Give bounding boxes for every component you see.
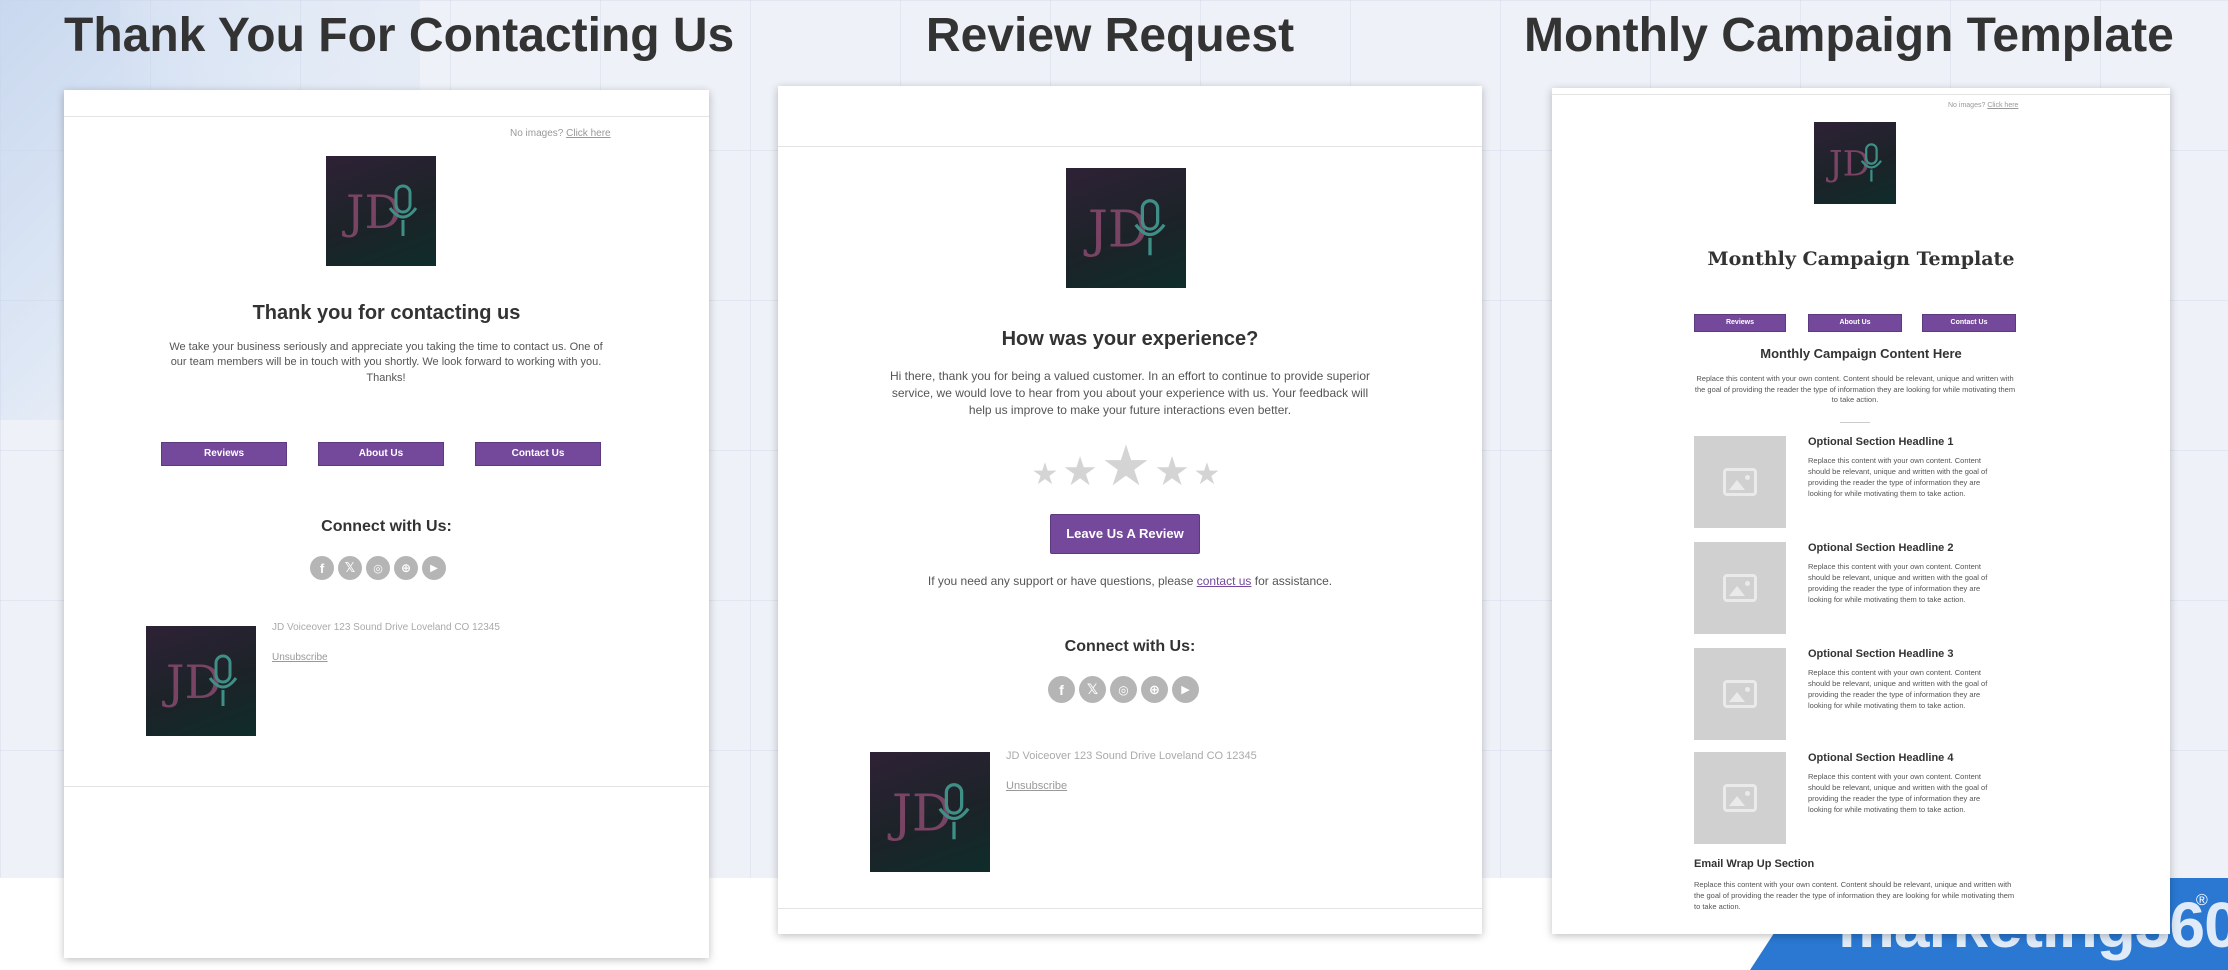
instagram-icon[interactable]: ◎ [1110, 676, 1137, 703]
email-body: We take your business seriously and appr… [169, 341, 603, 384]
section-headline: Optional Section Headline 2 [1808, 542, 1954, 554]
email-preview-monthly: No images? Click here JD Monthly Campaig… [1552, 88, 2170, 934]
jd-logo: JD [326, 156, 436, 266]
section-headline: Optional Section Headline 1 [1808, 436, 1954, 448]
image-placeholder [1694, 436, 1786, 528]
footer-logo: JD [146, 626, 256, 736]
section-headline: Optional Section Headline 3 [1808, 648, 1954, 660]
support-text: for assistance. [1254, 574, 1333, 588]
content-body: Replace this content with your own conte… [1694, 374, 2016, 404]
section-body: Replace this content with your own conte… [1808, 562, 1988, 604]
contact-us-button[interactable]: Contact Us [1922, 314, 2016, 332]
footer-address: JD Voiceover 123 Sound Drive Loveland CO… [1006, 750, 1257, 762]
divider [778, 146, 1482, 147]
email-heading: Monthly Campaign Template [1707, 248, 2015, 270]
image-placeholder [1694, 542, 1786, 634]
unsubscribe-link[interactable]: Unsubscribe [1006, 780, 1067, 792]
about-us-button[interactable]: About Us [1808, 314, 1902, 332]
connect-heading: Connect with Us: [321, 518, 452, 535]
footer-address: JD Voiceover 123 Sound Drive Loveland CO… [272, 622, 500, 633]
facebook-icon[interactable]: f [310, 556, 334, 580]
star-icon[interactable]: ★ [1030, 460, 1060, 490]
contact-us-link[interactable]: contact us [1197, 574, 1252, 588]
email-preview-thank-you: No images? Click here JD Thank you for c… [64, 90, 709, 958]
no-images-note: No images? Click here [510, 128, 611, 139]
email-body: Hi there, thank you for being a valued c… [889, 369, 1371, 417]
image-icon [1723, 468, 1757, 496]
email-heading: How was your experience? [1001, 328, 1259, 350]
content-heading: Monthly Campaign Content Here [1760, 346, 1962, 361]
section-body: Replace this content with your own conte… [1808, 456, 1988, 498]
jd-voiceover-logo-icon: JD [162, 654, 238, 709]
leave-review-button[interactable]: Leave Us A Review [1050, 514, 1200, 554]
section-body: Replace this content with your own conte… [1808, 772, 1988, 814]
click-here-link[interactable]: Click here [1987, 102, 2018, 109]
jd-voiceover-logo-icon: JD [1826, 143, 1882, 185]
reviews-button[interactable]: Reviews [161, 442, 287, 466]
about-us-button[interactable]: About Us [318, 442, 444, 466]
instagram-icon[interactable]: ◎ [366, 556, 390, 580]
section-body: Replace this content with your own conte… [1808, 668, 1988, 710]
no-images-note: No images? Click here [1948, 102, 2018, 109]
divider [1552, 94, 2170, 95]
wrap-up-body: Replace this content with your own conte… [1694, 880, 2015, 911]
column-title-monthly: Monthly Campaign Template [1524, 9, 2174, 62]
website-icon[interactable]: ⊕ [1141, 676, 1168, 703]
website-icon[interactable]: ⊕ [394, 556, 418, 580]
jd-logo: JD [1814, 122, 1896, 204]
star-icon[interactable]: ★ [1098, 438, 1154, 494]
support-text: If you need any support or have question… [927, 574, 1194, 588]
click-here-link[interactable]: Click here [566, 128, 610, 139]
connect-heading: Connect with Us: [1064, 638, 1196, 655]
svg-text:JD: JD [1826, 145, 1870, 185]
image-icon [1723, 680, 1757, 708]
youtube-icon[interactable]: ▶ [422, 556, 446, 580]
wrap-up-heading: Email Wrap Up Section [1694, 858, 1815, 870]
jd-voiceover-logo-icon: JD [1083, 199, 1166, 259]
jd-voiceover-logo-icon: JD [887, 783, 970, 843]
divider [1840, 422, 1870, 423]
x-icon[interactable]: 𝕏 [1079, 676, 1106, 703]
image-placeholder [1694, 752, 1786, 844]
star-icon[interactable]: ★ [1192, 460, 1222, 490]
column-title-thank-you: Thank You For Contacting Us [64, 9, 735, 62]
section-headline: Optional Section Headline 4 [1808, 752, 1954, 764]
jd-logo: JD [1066, 168, 1186, 288]
social-links: f 𝕏 ◎ ⊕ ▶ [1048, 676, 1203, 703]
social-links: f 𝕏 ◎ ⊕ ▶ [310, 556, 450, 580]
star-icon[interactable]: ★ [1152, 452, 1192, 492]
x-icon[interactable]: 𝕏 [338, 556, 362, 580]
image-placeholder [1694, 648, 1786, 740]
email-preview-review: JD How was your experience? Hi there, th… [778, 86, 1482, 934]
star-icon[interactable]: ★ [1060, 452, 1100, 492]
unsubscribe-link[interactable]: Unsubscribe [272, 652, 328, 663]
divider [64, 116, 709, 117]
no-images-label: No images? [510, 128, 564, 139]
facebook-icon[interactable]: f [1048, 676, 1075, 703]
divider [778, 908, 1482, 909]
column-title-review: Review Request [925, 9, 1295, 62]
reviews-button[interactable]: Reviews [1694, 314, 1786, 332]
support-line: If you need any support or have question… [778, 574, 1482, 588]
image-icon [1723, 574, 1757, 602]
no-images-label: No images? [1948, 102, 1986, 109]
jd-voiceover-logo-icon: JD [342, 184, 418, 239]
image-icon [1723, 784, 1757, 812]
footer-logo: JD [870, 752, 990, 872]
youtube-icon[interactable]: ▶ [1172, 676, 1199, 703]
contact-us-button[interactable]: Contact Us [475, 442, 601, 466]
email-heading: Thank you for contacting us [252, 302, 521, 324]
registered-mark: ® [2196, 892, 2208, 909]
divider [64, 786, 709, 787]
